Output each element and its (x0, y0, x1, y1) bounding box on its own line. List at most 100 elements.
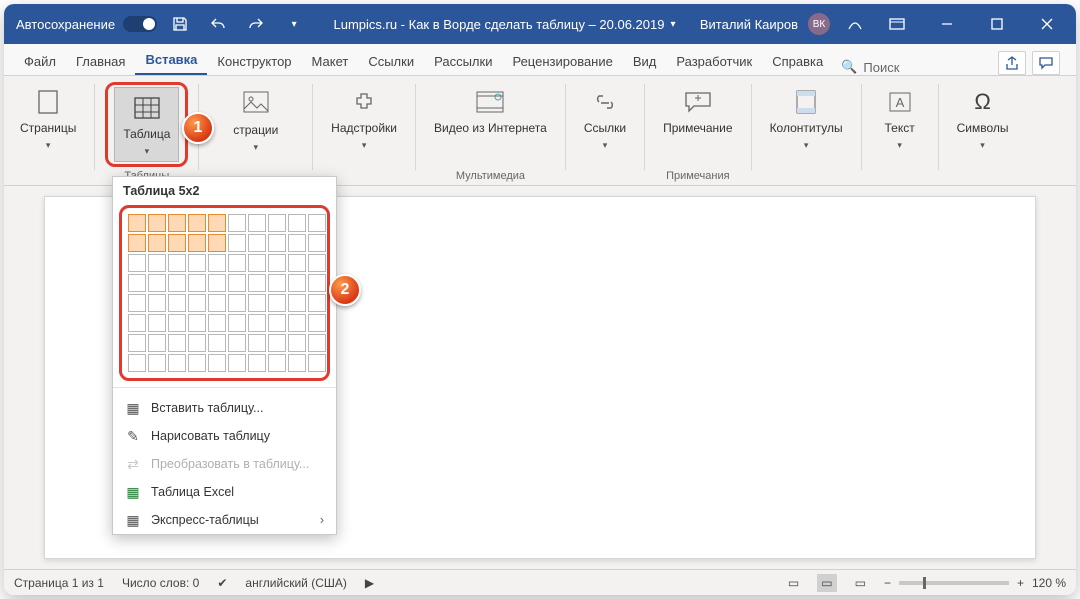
grid-cell[interactable] (168, 214, 186, 232)
zoom-slider[interactable] (899, 581, 1009, 585)
grid-cell[interactable] (268, 354, 286, 372)
grid-cell[interactable] (228, 274, 246, 292)
grid-cell[interactable] (288, 254, 306, 272)
grid-cell[interactable] (128, 214, 146, 232)
grid-cell[interactable] (208, 254, 226, 272)
grid-cell[interactable] (308, 354, 326, 372)
grid-cell[interactable] (288, 234, 306, 252)
undo-icon[interactable] (203, 9, 233, 39)
tab-insert[interactable]: Вставка (135, 46, 207, 75)
grid-cell[interactable] (168, 354, 186, 372)
grid-cell[interactable] (148, 254, 166, 272)
grid-cell[interactable] (148, 214, 166, 232)
redo-icon[interactable] (241, 9, 271, 39)
grid-cell[interactable] (268, 254, 286, 272)
grid-cell[interactable] (248, 354, 266, 372)
grid-cell[interactable] (288, 354, 306, 372)
grid-cell[interactable] (248, 234, 266, 252)
grid-cell[interactable] (128, 354, 146, 372)
grid-cell[interactable] (148, 354, 166, 372)
zoom-percent[interactable]: 120 % (1032, 576, 1066, 590)
status-language[interactable]: английский (США) (245, 576, 346, 590)
grid-cell[interactable] (228, 294, 246, 312)
grid-cell[interactable] (128, 334, 146, 352)
print-layout-icon[interactable]: ▭ (817, 574, 836, 592)
tab-layout[interactable]: Макет (302, 48, 359, 75)
grid-cell[interactable] (268, 234, 286, 252)
spellcheck-icon[interactable]: ✔ (217, 576, 227, 590)
grid-cell[interactable] (188, 234, 206, 252)
grid-cell[interactable] (208, 274, 226, 292)
grid-cell[interactable] (128, 234, 146, 252)
grid-cell[interactable] (208, 354, 226, 372)
grid-cell[interactable] (268, 334, 286, 352)
grid-cell[interactable] (308, 234, 326, 252)
grid-cell[interactable] (188, 334, 206, 352)
grid-cell[interactable] (208, 334, 226, 352)
status-word-count[interactable]: Число слов: 0 (122, 576, 199, 590)
grid-cell[interactable] (248, 254, 266, 272)
grid-cell[interactable] (128, 314, 146, 332)
grid-cell[interactable] (208, 234, 226, 252)
tab-developer[interactable]: Разработчик (666, 48, 762, 75)
grid-cell[interactable] (308, 294, 326, 312)
tab-file[interactable]: Файл (14, 48, 66, 75)
grid-cell[interactable] (228, 354, 246, 372)
menu-quick-tables[interactable]: ▦ Экспресс-таблицы › (113, 506, 336, 534)
grid-cell[interactable] (188, 354, 206, 372)
save-icon[interactable] (165, 9, 195, 39)
search-box[interactable]: 🔍 Поиск (833, 59, 907, 75)
grid-cell[interactable] (288, 274, 306, 292)
grid-cell[interactable] (288, 314, 306, 332)
read-mode-icon[interactable]: ▭ (788, 576, 799, 590)
grid-cell[interactable] (308, 314, 326, 332)
tab-references[interactable]: Ссылки (358, 48, 424, 75)
title-dropdown-icon[interactable]: ▾ (670, 19, 675, 30)
grid-cell[interactable] (168, 274, 186, 292)
menu-excel-table[interactable]: ▦ Таблица Excel (113, 478, 336, 506)
macro-icon[interactable]: ▶ (365, 576, 374, 590)
grid-cell[interactable] (168, 234, 186, 252)
grid-cell[interactable] (288, 334, 306, 352)
grid-cell[interactable] (208, 214, 226, 232)
grid-cell[interactable] (188, 294, 206, 312)
grid-cell[interactable] (168, 254, 186, 272)
comments-button[interactable] (1032, 51, 1060, 75)
addins-button[interactable]: Надстройки▾ (323, 82, 405, 167)
menu-insert-table[interactable]: ▦ Вставить таблицу... (113, 394, 336, 422)
headers-footers-button[interactable]: Колонтитулы▾ (762, 82, 851, 167)
autosave-toggle[interactable] (123, 16, 157, 32)
grid-cell[interactable] (228, 214, 246, 232)
grid-cell[interactable] (228, 314, 246, 332)
web-layout-icon[interactable]: ▭ (855, 576, 866, 590)
grid-cell[interactable] (288, 294, 306, 312)
grid-cell[interactable] (208, 314, 226, 332)
grid-cell[interactable] (148, 314, 166, 332)
grid-cell[interactable] (308, 214, 326, 232)
zoom-out-button[interactable]: − (884, 576, 891, 590)
maximize-button[interactable] (974, 4, 1020, 44)
grid-cell[interactable] (148, 294, 166, 312)
grid-cell[interactable] (248, 314, 266, 332)
comment-button[interactable]: Примечание (655, 82, 740, 167)
grid-cell[interactable] (248, 214, 266, 232)
share-button[interactable] (998, 51, 1026, 75)
grid-cell[interactable] (188, 274, 206, 292)
tab-mailings[interactable]: Рассылки (424, 48, 502, 75)
grid-cell[interactable] (168, 294, 186, 312)
grid-cell[interactable] (248, 294, 266, 312)
pages-button[interactable]: Страницы▾ (12, 82, 84, 167)
ribbon-options-icon[interactable] (874, 9, 920, 39)
grid-cell[interactable] (248, 274, 266, 292)
grid-cell[interactable] (228, 254, 246, 272)
grid-cell[interactable] (128, 254, 146, 272)
menu-draw-table[interactable]: ✎ Нарисовать таблицу (113, 422, 336, 450)
table-grid-picker[interactable] (128, 214, 321, 372)
grid-cell[interactable] (148, 334, 166, 352)
table-button[interactable]: Таблица▾ (114, 87, 179, 162)
minimize-button[interactable] (924, 4, 970, 44)
grid-cell[interactable] (288, 214, 306, 232)
tab-home[interactable]: Главная (66, 48, 135, 75)
text-button[interactable]: A Текст▾ (872, 82, 928, 167)
tab-view[interactable]: Вид (623, 48, 667, 75)
